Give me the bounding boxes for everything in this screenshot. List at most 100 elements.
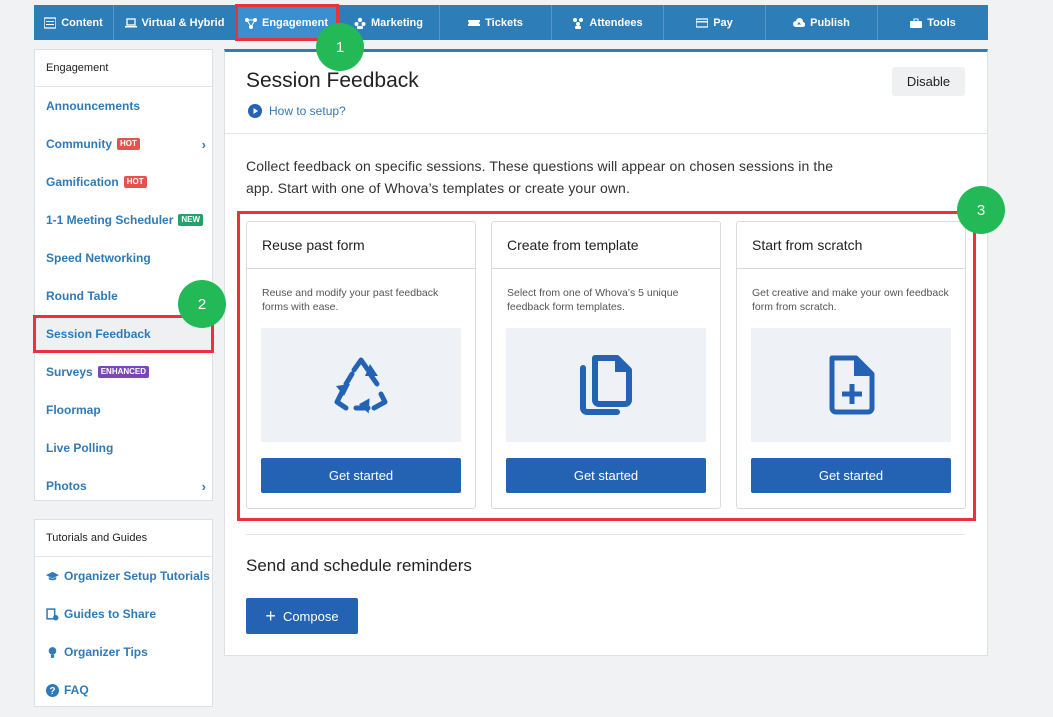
users-icon: [354, 17, 366, 29]
card-illustration: [261, 328, 461, 442]
network-icon: [244, 17, 257, 29]
guide-item-label: Organizer Tips: [64, 645, 148, 659]
group-icon: [573, 17, 584, 29]
tab-content[interactable]: Content: [34, 5, 114, 40]
sidebar-tutorials: Tutorials and Guides Organizer Setup Tut…: [34, 519, 213, 707]
tab-virtual-hybrid[interactable]: Virtual & Hybrid: [114, 5, 236, 40]
tab-label: Engagement: [261, 16, 328, 29]
recycle-icon: [334, 357, 388, 414]
toolbox-icon: [910, 18, 923, 28]
svg-text:?: ?: [50, 686, 56, 697]
page-title: Session Feedback: [246, 69, 419, 92]
get-started-button[interactable]: Get started: [261, 458, 461, 493]
disable-button[interactable]: Disable: [892, 67, 965, 96]
tab-pay[interactable]: Pay: [664, 5, 766, 40]
top-nav: Content Virtual & Hybrid Engagement Mark…: [34, 4, 988, 41]
ticket-icon: [468, 19, 481, 26]
tab-label: Virtual & Hybrid: [141, 16, 225, 29]
tab-label: Pay: [713, 16, 733, 29]
card-start-from-scratch: Start from scratch Get creative and make…: [736, 221, 966, 509]
list-icon: [44, 16, 57, 29]
card-title: Start from scratch: [737, 222, 965, 269]
sidebar-item-floormap[interactable]: Floormap: [35, 391, 212, 429]
intro-text: Collect feedback on specific sessions. T…: [246, 158, 834, 196]
sidebar-item-label: Photos: [46, 479, 87, 493]
step-marker-2: 2: [178, 280, 226, 328]
file-plus-icon: [829, 355, 875, 415]
step-marker-3: 3: [957, 186, 1005, 234]
sidebar-item-speed-networking[interactable]: Speed Networking: [35, 239, 212, 277]
how-to-setup-link[interactable]: How to setup?: [248, 104, 346, 118]
tab-tools[interactable]: Tools: [878, 5, 988, 40]
sidebar-item-label: Speed Networking: [46, 251, 151, 265]
card-create-from-template: Create from template Select from one of …: [491, 221, 721, 509]
tab-attendees[interactable]: Attendees: [552, 5, 664, 40]
tab-label: Attendees: [589, 16, 643, 29]
cloud-upload-icon: [793, 17, 806, 27]
card-title: Reuse past form: [247, 222, 475, 269]
divider: [246, 534, 965, 535]
divider: [225, 133, 987, 134]
tab-label: Publish: [810, 16, 850, 29]
tab-label: Tools: [927, 16, 956, 29]
guide-item-guides-to-share[interactable]: Guides to Share: [35, 595, 212, 633]
sidebar-heading: Tutorials and Guides: [35, 520, 212, 557]
sidebar-item-meeting-scheduler[interactable]: 1-1 Meeting Scheduler NEW: [35, 201, 212, 239]
guide-item-setup-tutorials[interactable]: Organizer Setup Tutorials: [35, 557, 212, 595]
sidebar-item-announcements[interactable]: Announcements: [35, 87, 212, 125]
tab-label: Content: [61, 16, 103, 29]
sidebar-item-label: Community: [46, 137, 112, 151]
sidebar-item-label: Session Feedback: [46, 327, 151, 341]
sidebar-item-photos[interactable]: Photos ›: [35, 467, 212, 505]
hot-badge: HOT: [123, 176, 147, 188]
tab-label: Tickets: [485, 16, 523, 29]
sidebar-item-label: Floormap: [46, 403, 101, 417]
card-description: Select from one of Whova’s 5 unique feed…: [507, 287, 679, 313]
reminders-heading: Send and schedule reminders: [246, 556, 472, 575]
lightbulb-icon: [48, 646, 57, 658]
card-title: Create from template: [492, 222, 720, 269]
card-description: Reuse and modify your past feedback form…: [262, 287, 439, 313]
sidebar-item-gamification[interactable]: Gamification HOT: [35, 163, 212, 201]
plus-icon: +: [265, 606, 276, 626]
chevron-right-icon: ›: [201, 137, 206, 152]
tab-publish[interactable]: Publish: [766, 5, 878, 40]
card-reuse-past-form: Reuse past form Reuse and modify your pa…: [246, 221, 476, 509]
new-badge: NEW: [178, 214, 204, 226]
sidebar-heading: Engagement: [35, 50, 212, 87]
card-icon: [696, 17, 709, 28]
sidebar-item-live-polling[interactable]: Live Polling: [35, 429, 212, 467]
step-marker-1: 1: [316, 23, 364, 71]
share-icon: [46, 607, 59, 620]
copy-icon: [580, 355, 632, 415]
how-to-setup-label: How to setup?: [269, 104, 346, 118]
hot-badge: HOT: [117, 138, 140, 150]
guide-item-organizer-tips[interactable]: Organizer Tips: [35, 633, 212, 671]
sidebar-item-surveys[interactable]: Surveys ENHANCED: [35, 353, 212, 391]
guide-item-label: Guides to Share: [64, 607, 157, 621]
get-started-button[interactable]: Get started: [751, 458, 951, 493]
sidebar-item-label: Announcements: [46, 99, 141, 113]
sidebar-item-label: Live Polling: [46, 441, 114, 455]
guide-item-label: Organizer Setup Tutorials: [64, 569, 210, 583]
guide-item-faq[interactable]: ? FAQ: [35, 671, 212, 709]
sidebar-item-label: Round Table: [46, 289, 118, 303]
sidebar-item-community[interactable]: Community HOT ›: [35, 125, 212, 163]
compose-button[interactable]: + Compose: [246, 598, 358, 634]
play-circle-icon: [248, 104, 262, 118]
laptop-icon: [124, 17, 137, 27]
graduation-cap-icon: [46, 571, 59, 580]
enhanced-badge: ENHANCED: [97, 366, 150, 378]
tab-tickets[interactable]: Tickets: [440, 5, 552, 40]
card-description: Get creative and make your own feedback …: [752, 287, 949, 313]
guide-item-label: FAQ: [64, 683, 89, 697]
main-panel: Session Feedback How to setup? Disable C…: [224, 49, 988, 656]
question-icon: ?: [46, 683, 59, 697]
card-illustration: [751, 328, 951, 442]
tab-label: Marketing: [371, 16, 423, 29]
get-started-button[interactable]: Get started: [506, 458, 706, 493]
card-illustration: [506, 328, 706, 442]
sidebar-item-label: Gamification: [46, 175, 119, 189]
compose-label: Compose: [282, 608, 339, 624]
sidebar-engagement: Engagement Announcements Community HOT › G…: [33, 49, 214, 501]
